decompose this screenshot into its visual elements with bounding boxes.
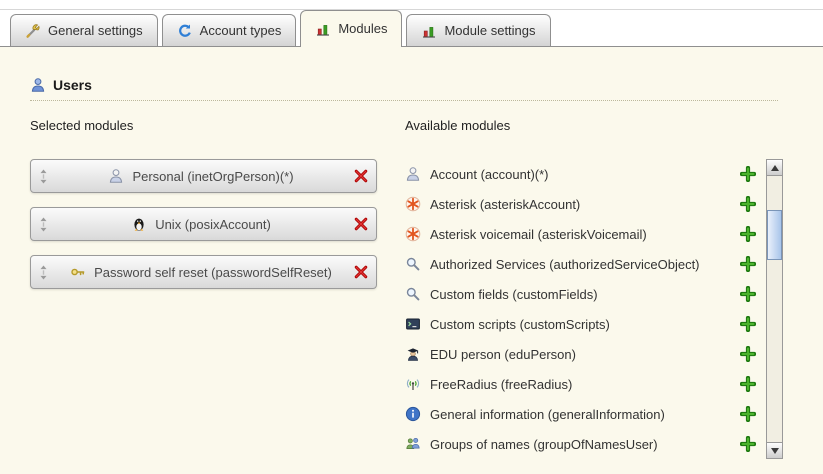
selected-module-content: Unix (posixAccount) [49, 216, 353, 232]
remove-module-button[interactable] [353, 168, 369, 184]
refresh-icon [177, 23, 193, 39]
tab-label: Account types [200, 23, 282, 38]
content-area: Users Selected modules Personal (inetOrg… [0, 47, 823, 459]
chart-icon [315, 21, 331, 37]
selected-module-content: Password self reset (passwordSelfReset) [49, 264, 353, 280]
selected-module-content: Personal (inetOrgPerson)(*) [49, 168, 353, 184]
available-module-asterisk-voicemail: Asterisk voicemail (asteriskVoicemail) [405, 219, 760, 249]
available-module-edu-person: EDU person (eduPerson) [405, 339, 760, 369]
available-modules-scrollbar[interactable] [766, 159, 783, 459]
tab-module-settings[interactable]: Module settings [406, 14, 550, 46]
selected-modules-column: Selected modules Personal (inetOrgPerson… [30, 118, 405, 459]
tab-modules[interactable]: Modules [300, 10, 402, 47]
available-module-general-information: General information (generalInformation) [405, 399, 760, 429]
selected-module-label: Password self reset (passwordSelfReset) [94, 265, 332, 280]
available-module-label: Custom fields (customFields) [430, 287, 731, 302]
add-module-button[interactable] [740, 376, 756, 392]
selected-module-label: Personal (inetOrgPerson)(*) [132, 169, 293, 184]
available-module-authorized-services: Authorized Services (authorizedServiceOb… [405, 249, 760, 279]
edu-icon [405, 346, 421, 362]
user-icon [30, 77, 46, 93]
down-arrow-icon [771, 448, 779, 454]
available-module-account: Account (account)(*) [405, 159, 760, 189]
wrench-icon [25, 23, 41, 39]
selected-modules-list: Personal (inetOrgPerson)(*) Unix (posixAc… [30, 159, 405, 289]
chart-icon [421, 23, 437, 39]
key-icon [70, 264, 86, 280]
remove-module-button[interactable] [353, 216, 369, 232]
add-module-button[interactable] [740, 436, 756, 452]
available-module-freeradius: FreeRadius (freeRadius) [405, 369, 760, 399]
available-modules-area: Account (account)(*) Asterisk (asteriskAc… [405, 159, 803, 459]
add-module-button[interactable] [740, 226, 756, 242]
asterisk-icon [405, 196, 421, 212]
selected-module-password-self-reset[interactable]: Password self reset (passwordSelfReset) [30, 255, 377, 289]
selected-modules-heading: Selected modules [30, 118, 405, 133]
available-module-label: Custom scripts (customScripts) [430, 317, 731, 332]
available-modules-list: Account (account)(*) Asterisk (asteriskAc… [405, 159, 760, 459]
add-module-button[interactable] [740, 316, 756, 332]
tab-label: Modules [338, 21, 387, 36]
add-module-button[interactable] [740, 196, 756, 212]
modules-columns: Selected modules Personal (inetOrgPerson… [30, 118, 803, 459]
available-module-label: Asterisk voicemail (asteriskVoicemail) [430, 227, 731, 242]
add-module-button[interactable] [740, 346, 756, 362]
add-module-button[interactable] [740, 166, 756, 182]
drag-handle-icon[interactable] [38, 217, 49, 232]
radius-icon [405, 376, 421, 392]
users-section-header: Users [30, 77, 778, 101]
available-module-groups-of-names: Groups of names (groupOfNamesUser) [405, 429, 760, 459]
info-icon [405, 406, 421, 422]
available-modules-heading: Available modules [405, 118, 803, 133]
scrollbar-thumb[interactable] [767, 210, 782, 260]
tux-icon [131, 216, 147, 232]
available-module-label: EDU person (eduPerson) [430, 347, 731, 362]
magnifier-icon [405, 286, 421, 302]
scrollbar-up-button[interactable] [767, 160, 782, 176]
scrollbar-down-button[interactable] [767, 442, 782, 458]
tab-bar: General settings Account types Modules Modu… [0, 0, 823, 47]
scrollbar-track[interactable] [767, 176, 782, 442]
available-module-label: General information (generalInformation) [430, 407, 731, 422]
selected-module-label: Unix (posixAccount) [155, 217, 271, 232]
add-module-button[interactable] [740, 286, 756, 302]
up-arrow-icon [771, 165, 779, 171]
selected-module-unix[interactable]: Unix (posixAccount) [30, 207, 377, 241]
add-module-button[interactable] [740, 406, 756, 422]
script-icon [405, 316, 421, 332]
available-module-asterisk: Asterisk (asteriskAccount) [405, 189, 760, 219]
available-module-custom-fields: Custom fields (customFields) [405, 279, 760, 309]
available-module-label: FreeRadius (freeRadius) [430, 377, 731, 392]
add-module-button[interactable] [740, 256, 756, 272]
available-module-label: Groups of names (groupOfNamesUser) [430, 437, 731, 452]
tab-account-types[interactable]: Account types [162, 14, 297, 46]
tab-label: Module settings [444, 23, 535, 38]
asterisk-icon [405, 226, 421, 242]
person-icon [405, 166, 421, 182]
drag-handle-icon[interactable] [38, 169, 49, 184]
magnifier-icon [405, 256, 421, 272]
section-title: Users [53, 77, 92, 93]
remove-module-button[interactable] [353, 264, 369, 280]
person-icon [108, 168, 124, 184]
available-modules-column: Available modules Account (account)(*) As… [405, 118, 803, 459]
tab-label: General settings [48, 23, 143, 38]
tab-general-settings[interactable]: General settings [10, 14, 158, 46]
available-module-label: Account (account)(*) [430, 167, 731, 182]
group-icon [405, 436, 421, 452]
available-module-label: Authorized Services (authorizedServiceOb… [430, 257, 731, 272]
available-module-label: Asterisk (asteriskAccount) [430, 197, 731, 212]
available-module-custom-scripts: Custom scripts (customScripts) [405, 309, 760, 339]
lam-configuration-window: General settings Account types Modules Modu… [0, 0, 823, 474]
selected-module-personal[interactable]: Personal (inetOrgPerson)(*) [30, 159, 377, 193]
drag-handle-icon[interactable] [38, 265, 49, 280]
